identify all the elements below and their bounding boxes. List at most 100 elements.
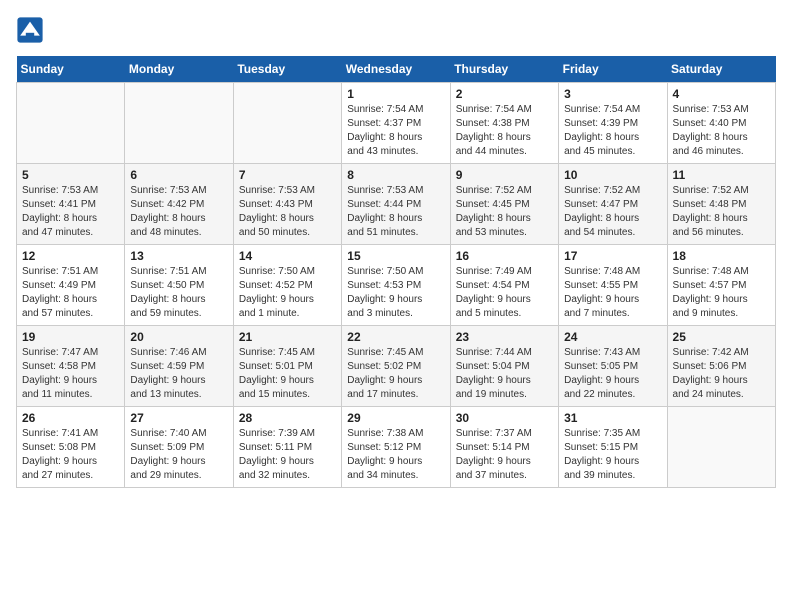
calendar-cell: 27Sunrise: 7:40 AM Sunset: 5:09 PM Dayli… — [125, 407, 233, 488]
calendar-cell: 14 Sunrise: 7:50 AM Sunset: 4:52 PM Dayli… — [233, 245, 341, 326]
calendar-week-1: 1Sunrise: 7:54 AM Sunset: 4:37 PM Daylig… — [17, 83, 776, 164]
day-number: 11 — [673, 168, 770, 182]
day-number: 24 — [564, 330, 661, 344]
day-number: 12 — [22, 249, 119, 263]
calendar-cell: 26 Sunrise: 7:41 AM Sunset: 5:08 PM Dayli… — [17, 407, 125, 488]
calendar-cell: 10 Sunrise: 7:52 AM Sunset: 4:47 PM Dayli… — [559, 164, 667, 245]
day-info: Sunrise: 7:49 AM Sunset: 4:54 PM Dayligh… — [456, 265, 553, 321]
day-number: 29 — [347, 411, 444, 425]
day-info: Sunrise: 7:53 AM Sunset: 4:44 PM Dayligh… — [347, 184, 444, 240]
day-info: Sunrise: 7:41 AM Sunset: 5:08 PM Dayligh… — [22, 427, 119, 483]
day-header-row: SundayMondayTuesdayWednesdayThursdayFrid… — [17, 56, 776, 83]
day-info: Sunrise: 7:50 AM Sunset: 4:53 PM Dayligh… — [347, 265, 444, 321]
logo-icon — [16, 16, 44, 44]
calendar-cell: 22 Sunrise: 7:45 AM Sunset: 5:02 PM Dayli… — [342, 326, 450, 407]
calendar-cell: 2Sunrise: 7:54 AM Sunset: 4:38 PM Daylig… — [450, 83, 558, 164]
day-info: Sunrise: 7:52 AM Sunset: 4:48 PM Dayligh… — [673, 184, 770, 240]
day-number: 14 — [239, 249, 336, 263]
day-number: 17 — [564, 249, 661, 263]
day-info: Sunrise: 7:53 AM Sunset: 4:42 PM Dayligh… — [130, 184, 227, 240]
day-number: 23 — [456, 330, 553, 344]
calendar-cell: 17Sunrise: 7:48 AM Sunset: 4:55 PM Dayli… — [559, 245, 667, 326]
calendar-cell — [233, 83, 341, 164]
day-number: 9 — [456, 168, 553, 182]
day-info: Sunrise: 7:47 AM Sunset: 4:58 PM Dayligh… — [22, 346, 119, 402]
day-header-sunday: Sunday — [17, 56, 125, 83]
day-info: Sunrise: 7:46 AM Sunset: 4:59 PM Dayligh… — [130, 346, 227, 402]
calendar-cell: 1Sunrise: 7:54 AM Sunset: 4:37 PM Daylig… — [342, 83, 450, 164]
day-info: Sunrise: 7:54 AM Sunset: 4:39 PM Dayligh… — [564, 103, 661, 159]
day-header-saturday: Saturday — [667, 56, 775, 83]
calendar-cell: 12 Sunrise: 7:51 AM Sunset: 4:49 PM Dayli… — [17, 245, 125, 326]
calendar-cell — [125, 83, 233, 164]
calendar-cell: 15 Sunrise: 7:50 AM Sunset: 4:53 PM Dayli… — [342, 245, 450, 326]
day-info: Sunrise: 7:53 AM Sunset: 4:41 PM Dayligh… — [22, 184, 119, 240]
day-number: 3 — [564, 87, 661, 101]
day-info: Sunrise: 7:45 AM Sunset: 5:01 PM Dayligh… — [239, 346, 336, 402]
day-number: 6 — [130, 168, 227, 182]
day-info: Sunrise: 7:52 AM Sunset: 4:47 PM Dayligh… — [564, 184, 661, 240]
calendar-week-5: 26 Sunrise: 7:41 AM Sunset: 5:08 PM Dayli… — [17, 407, 776, 488]
calendar-cell: 28 Sunrise: 7:39 AM Sunset: 5:11 PM Dayli… — [233, 407, 341, 488]
day-number: 18 — [673, 249, 770, 263]
calendar-cell: 29 Sunrise: 7:38 AM Sunset: 5:12 PM Dayli… — [342, 407, 450, 488]
page-header — [16, 16, 776, 44]
calendar-cell: 24Sunrise: 7:43 AM Sunset: 5:05 PM Dayli… — [559, 326, 667, 407]
day-number: 22 — [347, 330, 444, 344]
day-number: 5 — [22, 168, 119, 182]
day-number: 28 — [239, 411, 336, 425]
day-info: Sunrise: 7:42 AM Sunset: 5:06 PM Dayligh… — [673, 346, 770, 402]
day-info: Sunrise: 7:38 AM Sunset: 5:12 PM Dayligh… — [347, 427, 444, 483]
calendar-cell: 19 Sunrise: 7:47 AM Sunset: 4:58 PM Dayli… — [17, 326, 125, 407]
day-info: Sunrise: 7:52 AM Sunset: 4:45 PM Dayligh… — [456, 184, 553, 240]
day-info: Sunrise: 7:37 AM Sunset: 5:14 PM Dayligh… — [456, 427, 553, 483]
calendar-cell: 30 Sunrise: 7:37 AM Sunset: 5:14 PM Dayli… — [450, 407, 558, 488]
calendar-cell — [17, 83, 125, 164]
calendar-week-4: 19 Sunrise: 7:47 AM Sunset: 4:58 PM Dayli… — [17, 326, 776, 407]
logo — [16, 16, 48, 44]
day-info: Sunrise: 7:50 AM Sunset: 4:52 PM Dayligh… — [239, 265, 336, 321]
day-info: Sunrise: 7:53 AM Sunset: 4:43 PM Dayligh… — [239, 184, 336, 240]
calendar-cell: 31 Sunrise: 7:35 AM Sunset: 5:15 PM Dayli… — [559, 407, 667, 488]
day-info: Sunrise: 7:54 AM Sunset: 4:37 PM Dayligh… — [347, 103, 444, 159]
calendar-cell: 23Sunrise: 7:44 AM Sunset: 5:04 PM Dayli… — [450, 326, 558, 407]
calendar-cell: 13 Sunrise: 7:51 AM Sunset: 4:50 PM Dayli… — [125, 245, 233, 326]
day-number: 31 — [564, 411, 661, 425]
day-info: Sunrise: 7:45 AM Sunset: 5:02 PM Dayligh… — [347, 346, 444, 402]
day-info: Sunrise: 7:51 AM Sunset: 4:50 PM Dayligh… — [130, 265, 227, 321]
calendar-cell: 25 Sunrise: 7:42 AM Sunset: 5:06 PM Dayli… — [667, 326, 775, 407]
calendar-cell: 6 Sunrise: 7:53 AM Sunset: 4:42 PM Daylig… — [125, 164, 233, 245]
day-number: 30 — [456, 411, 553, 425]
day-header-wednesday: Wednesday — [342, 56, 450, 83]
calendar-cell: 21 Sunrise: 7:45 AM Sunset: 5:01 PM Dayli… — [233, 326, 341, 407]
calendar-cell: 18 Sunrise: 7:48 AM Sunset: 4:57 PM Dayli… — [667, 245, 775, 326]
day-info: Sunrise: 7:54 AM Sunset: 4:38 PM Dayligh… — [456, 103, 553, 159]
day-info: Sunrise: 7:51 AM Sunset: 4:49 PM Dayligh… — [22, 265, 119, 321]
day-number: 26 — [22, 411, 119, 425]
calendar-cell: 20 Sunrise: 7:46 AM Sunset: 4:59 PM Dayli… — [125, 326, 233, 407]
day-info: Sunrise: 7:48 AM Sunset: 4:57 PM Dayligh… — [673, 265, 770, 321]
day-number: 7 — [239, 168, 336, 182]
calendar-cell: 7 Sunrise: 7:53 AM Sunset: 4:43 PM Daylig… — [233, 164, 341, 245]
day-number: 13 — [130, 249, 227, 263]
day-info: Sunrise: 7:39 AM Sunset: 5:11 PM Dayligh… — [239, 427, 336, 483]
day-header-tuesday: Tuesday — [233, 56, 341, 83]
calendar-week-3: 12 Sunrise: 7:51 AM Sunset: 4:49 PM Dayli… — [17, 245, 776, 326]
day-number: 15 — [347, 249, 444, 263]
day-info: Sunrise: 7:53 AM Sunset: 4:40 PM Dayligh… — [673, 103, 770, 159]
day-number: 19 — [22, 330, 119, 344]
day-number: 25 — [673, 330, 770, 344]
day-number: 20 — [130, 330, 227, 344]
day-info: Sunrise: 7:35 AM Sunset: 5:15 PM Dayligh… — [564, 427, 661, 483]
calendar-cell: 5 Sunrise: 7:53 AM Sunset: 4:41 PM Daylig… — [17, 164, 125, 245]
calendar-cell: 11 Sunrise: 7:52 AM Sunset: 4:48 PM Dayli… — [667, 164, 775, 245]
day-number: 10 — [564, 168, 661, 182]
calendar-cell: 3 Sunrise: 7:54 AM Sunset: 4:39 PM Daylig… — [559, 83, 667, 164]
calendar-table: SundayMondayTuesdayWednesdayThursdayFrid… — [16, 56, 776, 488]
calendar-week-2: 5 Sunrise: 7:53 AM Sunset: 4:41 PM Daylig… — [17, 164, 776, 245]
day-number: 21 — [239, 330, 336, 344]
day-number: 4 — [673, 87, 770, 101]
calendar-cell: 4 Sunrise: 7:53 AM Sunset: 4:40 PM Daylig… — [667, 83, 775, 164]
day-header-monday: Monday — [125, 56, 233, 83]
day-info: Sunrise: 7:40 AM Sunset: 5:09 PM Dayligh… — [130, 427, 227, 483]
